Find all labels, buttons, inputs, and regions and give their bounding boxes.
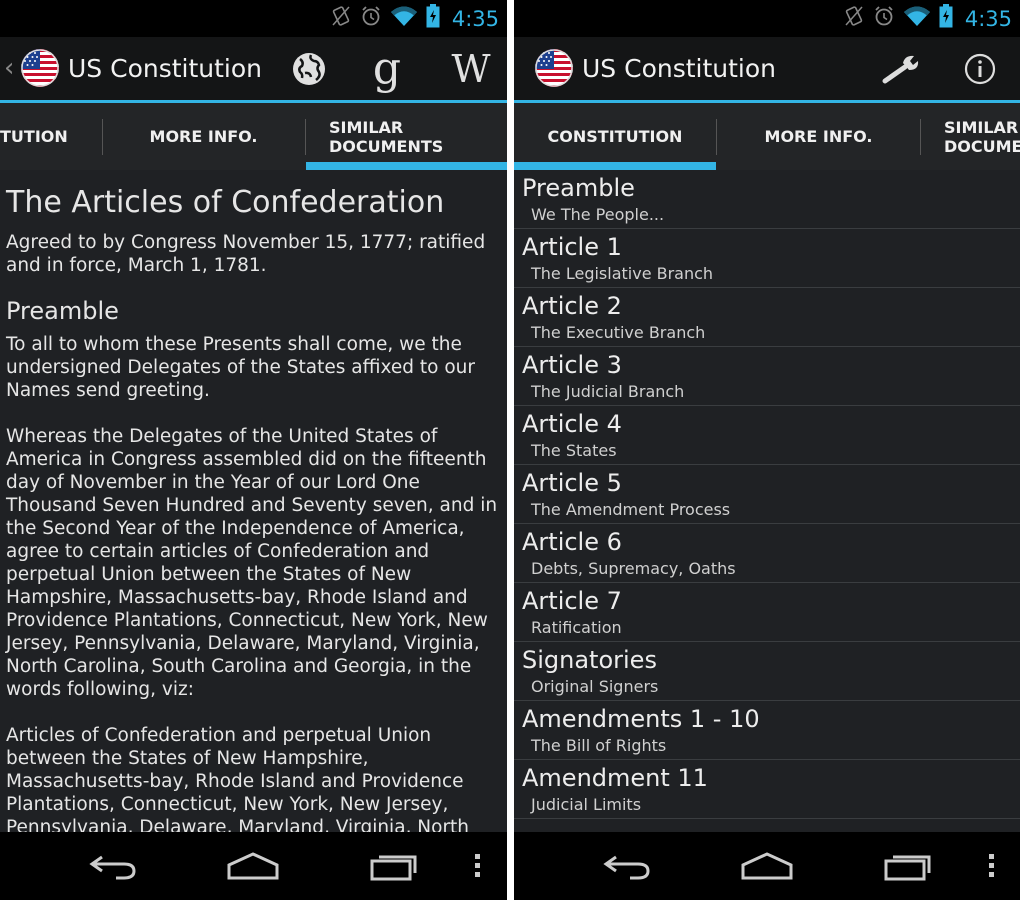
home-icon[interactable] bbox=[218, 832, 288, 900]
status-bar: 4:35 bbox=[0, 0, 507, 37]
tab-similar-documents[interactable]: SIMILAR DOCUMEN bbox=[944, 103, 1020, 170]
info-icon[interactable] bbox=[957, 37, 1003, 100]
list-item[interactable]: Article 5 The Amendment Process bbox=[514, 465, 1020, 524]
tab-bar: TUTION MORE INFO. SIMILAR DOCUMENTS bbox=[0, 103, 507, 170]
list-item-title: Article 4 bbox=[522, 410, 622, 438]
tab-label: MORE INFO. bbox=[764, 127, 873, 146]
status-bar: 4:35 bbox=[514, 0, 1020, 37]
tab-label: CONSTITUTION bbox=[547, 127, 683, 146]
list-item-subtitle: Ratification bbox=[531, 618, 622, 637]
list-item[interactable]: Article 7 Ratification bbox=[514, 583, 1020, 642]
back-icon[interactable] bbox=[78, 832, 148, 900]
recent-apps-icon[interactable] bbox=[874, 832, 944, 900]
tab-divider bbox=[920, 119, 921, 155]
battery-icon bbox=[426, 4, 440, 33]
right-screen: 4:35 US Constitution CONSTITUTION MORE I… bbox=[514, 0, 1020, 900]
list-item-title: Amendment 11 bbox=[522, 764, 708, 792]
article-list[interactable]: Preamble We The People... Article 1 The Leg… bbox=[514, 170, 1020, 832]
document-view[interactable]: The Articles of Confederation Agreed to … bbox=[0, 170, 507, 833]
alarm-icon bbox=[873, 5, 895, 32]
list-item-subtitle: The Judicial Branch bbox=[531, 382, 685, 401]
list-item-subtitle: The Bill of Rights bbox=[531, 736, 667, 755]
list-item-subtitle: Debts, Supremacy, Oaths bbox=[531, 559, 736, 578]
list-item[interactable]: Article 3 The Judicial Branch bbox=[514, 347, 1020, 406]
navigation-bar bbox=[0, 832, 507, 900]
paragraph: Articles of Confederation and perpetual … bbox=[6, 725, 470, 832]
paragraph: Whereas the Delegates of the United Stat… bbox=[6, 426, 498, 700]
tab-similar-documents[interactable]: SIMILAR DOCUMENTS bbox=[329, 103, 499, 170]
list-item-subtitle: The Legislative Branch bbox=[531, 264, 714, 283]
list-item-title: Signatories bbox=[522, 646, 657, 674]
wikipedia-icon[interactable]: W bbox=[440, 37, 496, 100]
tab-label-line2: DOCUMEN bbox=[944, 136, 1020, 156]
alarm-icon bbox=[360, 5, 382, 32]
battery-icon bbox=[939, 4, 953, 33]
list-item[interactable]: Signatories Original Signers bbox=[514, 642, 1020, 701]
list-item-title: Preamble bbox=[522, 174, 635, 202]
list-item-subtitle: We The People... bbox=[531, 205, 665, 224]
action-bar: ‹ US Constitution g W bbox=[0, 37, 507, 100]
tab-constitution[interactable]: TUTION bbox=[0, 103, 100, 170]
list-item[interactable]: Article 2 The Executive Branch bbox=[514, 288, 1020, 347]
list-item-title: Article 7 bbox=[522, 587, 622, 615]
list-item[interactable]: Article 4 The States bbox=[514, 406, 1020, 465]
paragraph: To all to whom these Presents shall come… bbox=[6, 334, 475, 401]
tab-label-line1: SIMILAR bbox=[944, 117, 1019, 137]
list-item-title: Article 3 bbox=[522, 351, 622, 379]
us-flag-icon[interactable] bbox=[535, 49, 573, 87]
list-item[interactable]: Preamble We The People... bbox=[514, 170, 1020, 229]
list-item[interactable]: Amendments 1 - 10 The Bill of Rights bbox=[514, 701, 1020, 760]
up-caret-icon[interactable]: ‹ bbox=[4, 37, 14, 100]
wrench-icon[interactable] bbox=[877, 37, 927, 100]
back-icon[interactable] bbox=[592, 832, 662, 900]
action-bar: US Constitution bbox=[514, 37, 1020, 100]
selected-tab-indicator bbox=[514, 162, 716, 170]
document-subtitle: Agreed to by Congress November 15, 1777;… bbox=[6, 232, 486, 276]
status-time: 4:35 bbox=[964, 6, 1012, 31]
selected-tab-indicator bbox=[306, 162, 507, 170]
tab-label-line1: SIMILAR bbox=[329, 117, 404, 137]
list-item[interactable]: Article 6 Debts, Supremacy, Oaths bbox=[514, 524, 1020, 583]
wifi-icon bbox=[390, 5, 418, 32]
vibrate-icon bbox=[843, 5, 865, 32]
tab-constitution[interactable]: CONSTITUTION bbox=[514, 103, 716, 170]
document-title: The Articles of Confederation bbox=[6, 185, 445, 220]
list-item-title: Article 6 bbox=[522, 528, 622, 556]
app-title: US Constitution bbox=[68, 54, 263, 83]
recent-apps-icon[interactable] bbox=[360, 832, 430, 900]
wifi-icon bbox=[903, 5, 931, 32]
us-flag-icon[interactable] bbox=[21, 49, 59, 87]
globe-icon[interactable] bbox=[283, 37, 335, 100]
home-icon[interactable] bbox=[732, 832, 802, 900]
tab-more-info[interactable]: MORE INFO. bbox=[103, 103, 304, 170]
tab-label-line2: DOCUMENTS bbox=[329, 136, 444, 156]
list-item-subtitle: The Amendment Process bbox=[531, 500, 731, 519]
list-item-title: Article 2 bbox=[522, 292, 622, 320]
navigation-bar bbox=[514, 832, 1020, 900]
google-icon[interactable]: g bbox=[362, 37, 412, 100]
app-title: US Constitution bbox=[582, 54, 777, 83]
list-item-title: Article 1 bbox=[522, 233, 622, 261]
overflow-menu-icon[interactable] bbox=[465, 832, 491, 900]
left-screen: 4:35 ‹ US Constitution g W TUTION MORE I… bbox=[0, 0, 507, 900]
tab-more-info[interactable]: MORE INFO. bbox=[717, 103, 920, 170]
section-heading: Preamble bbox=[6, 297, 119, 325]
list-item-subtitle: Judicial Limits bbox=[531, 795, 642, 814]
list-item[interactable]: Amendment 11 Judicial Limits bbox=[514, 760, 1020, 819]
list-item-subtitle: The Executive Branch bbox=[531, 323, 706, 342]
list-item[interactable]: Article 1 The Legislative Branch bbox=[514, 229, 1020, 288]
list-item-subtitle: Original Signers bbox=[531, 677, 659, 696]
tab-divider bbox=[305, 119, 306, 155]
overflow-menu-icon[interactable] bbox=[979, 832, 1005, 900]
status-time: 4:35 bbox=[451, 6, 499, 31]
tab-label: TUTION bbox=[0, 127, 68, 146]
vibrate-icon bbox=[330, 5, 352, 32]
tab-label: MORE INFO. bbox=[149, 127, 258, 146]
list-item-subtitle: The States bbox=[531, 441, 617, 460]
list-item-title: Amendments 1 - 10 bbox=[522, 705, 760, 733]
tab-bar: CONSTITUTION MORE INFO. SIMILAR DOCUMEN bbox=[514, 103, 1020, 170]
list-item-title: Article 5 bbox=[522, 469, 622, 497]
